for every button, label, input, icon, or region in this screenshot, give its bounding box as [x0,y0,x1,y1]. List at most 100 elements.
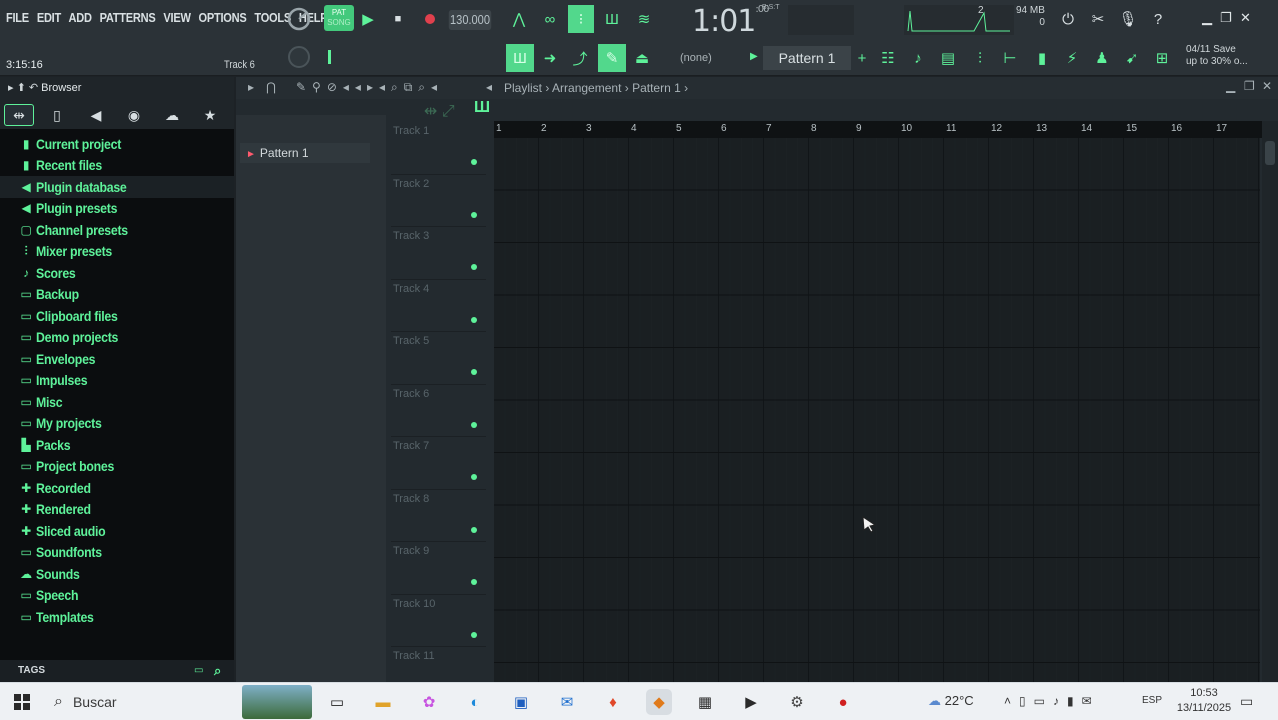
power-button[interactable]: ⏻ [1056,7,1080,31]
browser-item[interactable]: ✚ Sliced audio [0,520,234,542]
track-header[interactable]: Track 7 [391,437,486,490]
timeline-ruler[interactable]: 1 2 3 4 5 6 7 8 9 10 11 12 13 14 15 16 17 [494,121,1278,138]
track-header[interactable]: Track 8 [391,490,486,542]
cut-tool-button[interactable]: ✂ [1086,7,1110,31]
taskbar-clock[interactable]: 10:53 13/11/2025 [1176,686,1232,716]
snap-grid-icon[interactable]: Ш [474,99,490,117]
people-button[interactable]: ♟ [1090,46,1114,70]
tool-icons[interactable]: ✎⚲⊘◂◂▸◂⌕⧉⌕◂ [296,80,443,95]
scrollbar-thumb[interactable] [1265,141,1275,165]
breadcrumb-pattern[interactable]: Pattern 1 [632,81,681,95]
master-volume-knob[interactable] [286,6,312,32]
step-edit-button[interactable]: Ш [600,7,624,31]
task-view-icon[interactable]: ▭ [324,689,350,715]
menu-add[interactable]: ADD [69,10,92,25]
browser-item[interactable]: ▭ Templates [0,606,234,628]
notification-icon[interactable]: ▭ [1240,693,1253,710]
main-pitch-knob[interactable] [286,44,312,70]
fl-studio-icon[interactable]: ◆ [646,689,672,715]
browser-item[interactable]: ▢ Channel presets [0,219,234,241]
taskbar-search[interactable]: ⌕ Buscar [44,687,240,717]
minimize-icon[interactable]: ▁ [1226,79,1235,93]
track-enable-led[interactable] [471,474,477,480]
stop-button[interactable]: ■ [386,7,410,31]
track-header[interactable]: Track 3 [391,227,486,280]
edge-icon[interactable]: ◐ [462,689,488,715]
track-enable-led[interactable] [471,211,477,218]
mail-icon[interactable]: ✉ [554,689,580,715]
playlist-button[interactable]: ☷ [876,46,900,70]
browser-item[interactable]: ▮ Recent files [0,155,234,177]
project-button[interactable]: ▮ [1030,46,1054,70]
folder-icon[interactable]: ▭ [194,660,203,682]
browser-item[interactable]: ✚ Rendered [0,499,234,521]
close-button[interactable]: ✕ [1240,10,1251,26]
blend-button[interactable]: ≋ [632,7,656,31]
browser-button[interactable]: ⊢ [998,46,1022,70]
language-indicator[interactable]: ESP [1142,695,1162,706]
browser-item[interactable]: ◀ Plugin database [0,176,234,198]
piano-roll-button[interactable]: ♪ [906,46,930,70]
magnet-icon[interactable]: ⋂ [266,80,276,94]
tab-all[interactable]: ⇹ [4,104,34,126]
track-header[interactable]: Track 2 [391,175,486,227]
pattern-item[interactable]: ► Pattern 1 [240,143,370,163]
browser-item[interactable]: ✚ Recorded [0,477,234,499]
browser-item[interactable]: ▭ Backup [0,284,234,306]
track-header[interactable]: Track 1 [391,122,486,175]
track-enable-led[interactable] [471,264,477,270]
browser-item[interactable]: ◀ Plugin presets [0,198,234,220]
curve-button[interactable]: ⤴ [568,46,592,70]
browser-item[interactable]: ▭ Soundfonts [0,542,234,564]
search-highlight-image[interactable] [242,685,312,719]
track-enable-led[interactable] [471,159,477,165]
track-header[interactable]: Track 4 [391,280,486,332]
tempo-display[interactable]: 130.000 [448,10,492,30]
browser-item[interactable]: ▭ Demo projects [0,327,234,349]
track-enable-led[interactable] [471,579,477,585]
arrangement-grid[interactable] [494,138,1260,682]
current-pattern-selector[interactable]: Pattern 1 [763,46,851,70]
browser-item[interactable]: ⫶ Mixer presets [0,241,234,263]
track-header[interactable]: Track 5 [391,332,486,385]
tab-favorites[interactable]: ★ [195,104,225,126]
close-icon[interactable]: ✕ [1262,79,1272,93]
add-pattern-button[interactable]: + [850,46,874,70]
menu-file[interactable]: FILE [6,10,29,25]
breadcrumb-arrangement[interactable]: Arrangement [552,81,621,95]
fx-button[interactable]: ➹ [1120,46,1144,70]
copilot-icon[interactable]: ✿ [416,689,442,715]
tool-arrows-icon[interactable]: ⇹ ⤢ [424,101,455,121]
play-button[interactable]: ▶ [356,7,380,31]
capcut-icon[interactable]: ▦ [692,689,718,715]
restore-icon[interactable]: ❐ [1244,79,1255,93]
track-header[interactable]: Track 9 [391,542,486,595]
mixer-button[interactable]: ⫶ [968,46,992,70]
menu-edit[interactable]: EDIT [37,10,61,25]
track-header[interactable]: Track 10 [391,595,486,647]
browser-item[interactable]: ▮ Current project [0,133,234,155]
mic-button[interactable]: 🎙 [1116,7,1140,31]
browser-item[interactable]: ▙ Packs [0,434,234,456]
track-enable-led[interactable] [471,631,477,638]
tab-projects[interactable]: ▯ [42,104,72,126]
snap-button[interactable]: Ш [506,44,534,72]
pencil-button[interactable]: ✎ [598,44,626,72]
restore-button[interactable]: ❐ [1220,10,1232,26]
weather-widget[interactable]: ☁ 22°C [928,693,974,709]
vertical-scrollbar[interactable] [1262,121,1278,682]
tab-cloud[interactable]: ☁ [157,104,187,126]
minimize-button[interactable]: ▁ [1202,10,1212,26]
track-enable-led[interactable] [471,421,477,428]
playlist-options-icon[interactable]: ▸ [248,80,254,94]
browser-item[interactable]: ☁ Sounds [0,563,234,585]
browser-item[interactable]: ▭ Misc [0,391,234,413]
countdown-button[interactable]: ⁝ [568,5,594,33]
help-button[interactable]: ? [1146,7,1170,31]
shop-button[interactable]: ⊞ [1150,46,1174,70]
track-enable-led[interactable] [471,526,477,533]
wait-input-button[interactable]: ∞ [538,7,562,31]
metronome-button[interactable]: ⋀ [507,7,531,31]
track-enable-led[interactable] [471,316,477,323]
track-enable-led[interactable] [471,369,477,375]
